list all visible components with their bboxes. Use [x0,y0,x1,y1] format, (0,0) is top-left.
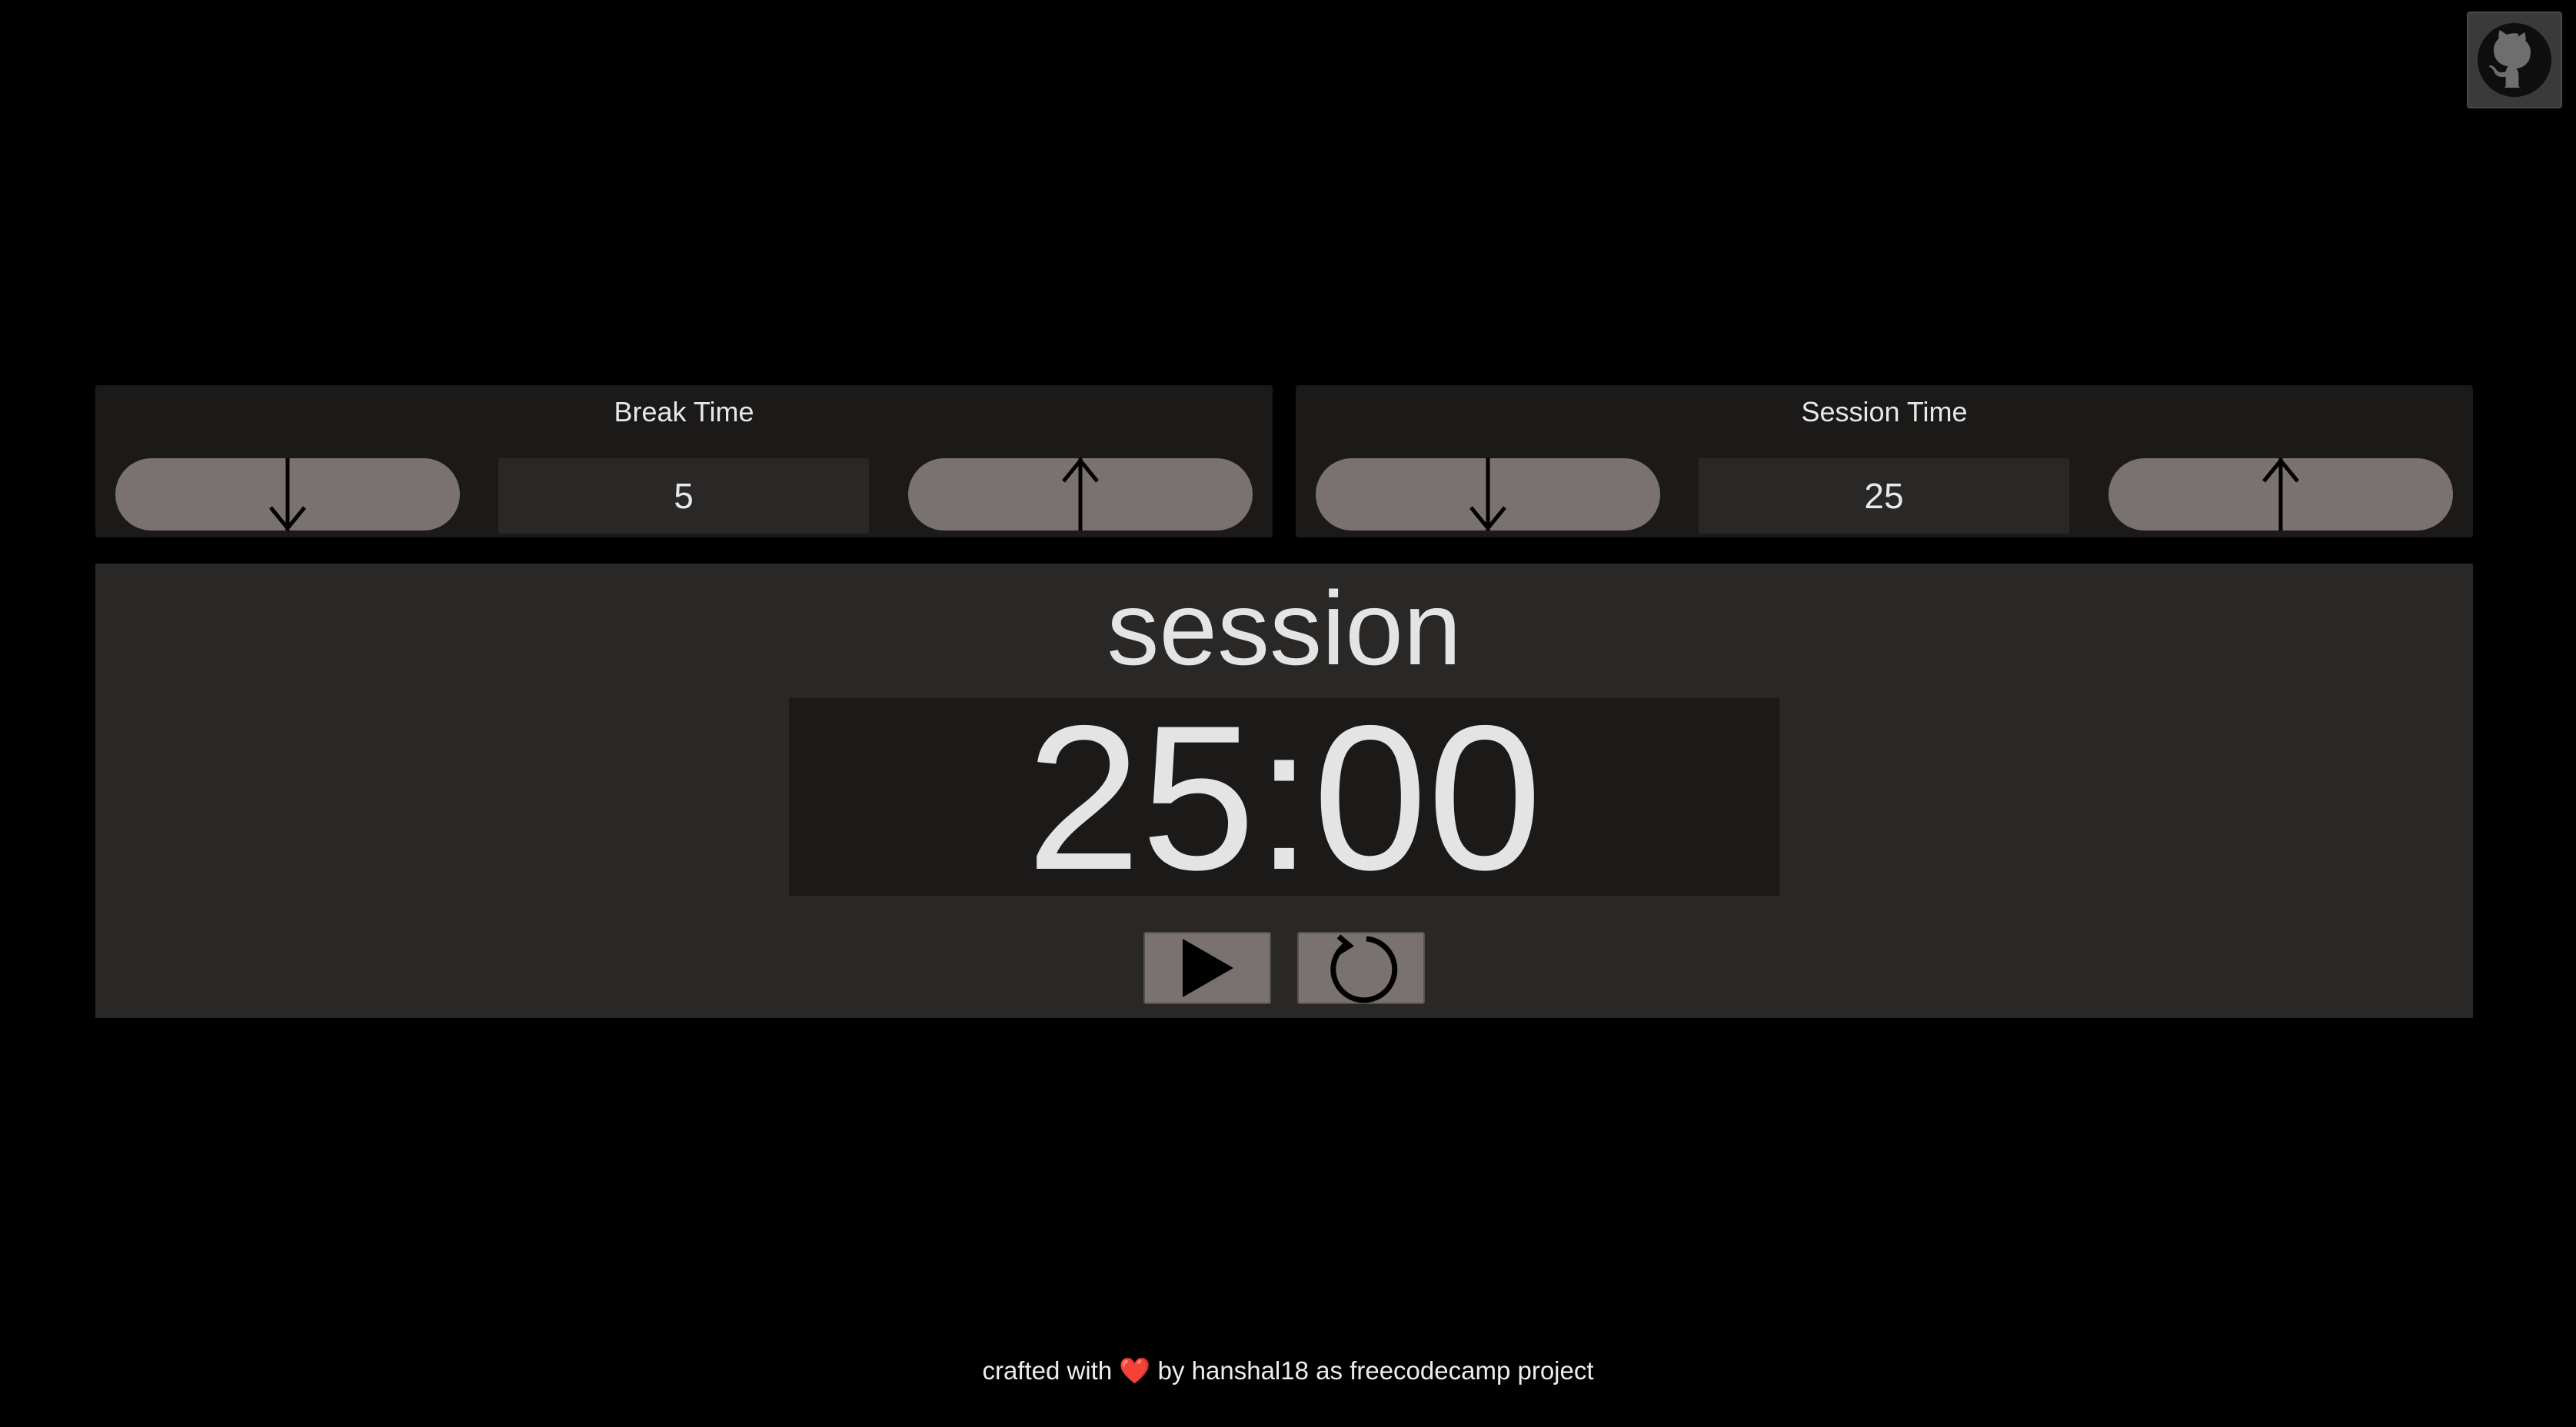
project-link[interactable]: freecodecamp project [1350,1356,1593,1385]
break-time-panel: Break Time 5 [95,385,1273,537]
footer-as: as [1316,1356,1343,1385]
arrow-up-icon [2262,458,2299,531]
session-increment-button[interactable] [2108,458,2453,531]
time-left-display: 25:00 [789,694,1779,900]
play-icon [1183,939,1233,997]
session-time-panel: Session Time 25 [1296,385,2473,537]
session-length-value: 25 [1699,458,2069,534]
timer-label: session [1107,570,1462,687]
break-increment-button[interactable] [908,458,1253,531]
github-icon [2478,23,2551,97]
arrow-down-icon [1469,458,1506,531]
reset-button[interactable] [1297,932,1425,1004]
heart-icon: ❤️ [1119,1356,1151,1385]
footer-by: by [1157,1356,1185,1385]
author-link[interactable]: hanshal18 [1192,1356,1309,1385]
break-time-title: Break Time [614,396,754,427]
start-stop-button[interactable] [1143,932,1271,1004]
break-length-value: 5 [498,458,869,534]
footer-prefix: crafted with [982,1356,1113,1385]
arrow-down-icon [269,458,306,531]
reset-icon [1330,934,1398,1003]
github-link-button[interactable] [2467,12,2562,108]
session-time-title: Session Time [1801,396,1968,427]
break-decrement-button[interactable] [115,458,460,531]
session-decrement-button[interactable] [1316,458,1660,531]
arrow-up-icon [1062,458,1099,531]
timer-panel: session 25:00 [95,564,2473,1018]
footer-credits: crafted with ❤️ by hanshal18 as freecode… [0,1356,2576,1386]
